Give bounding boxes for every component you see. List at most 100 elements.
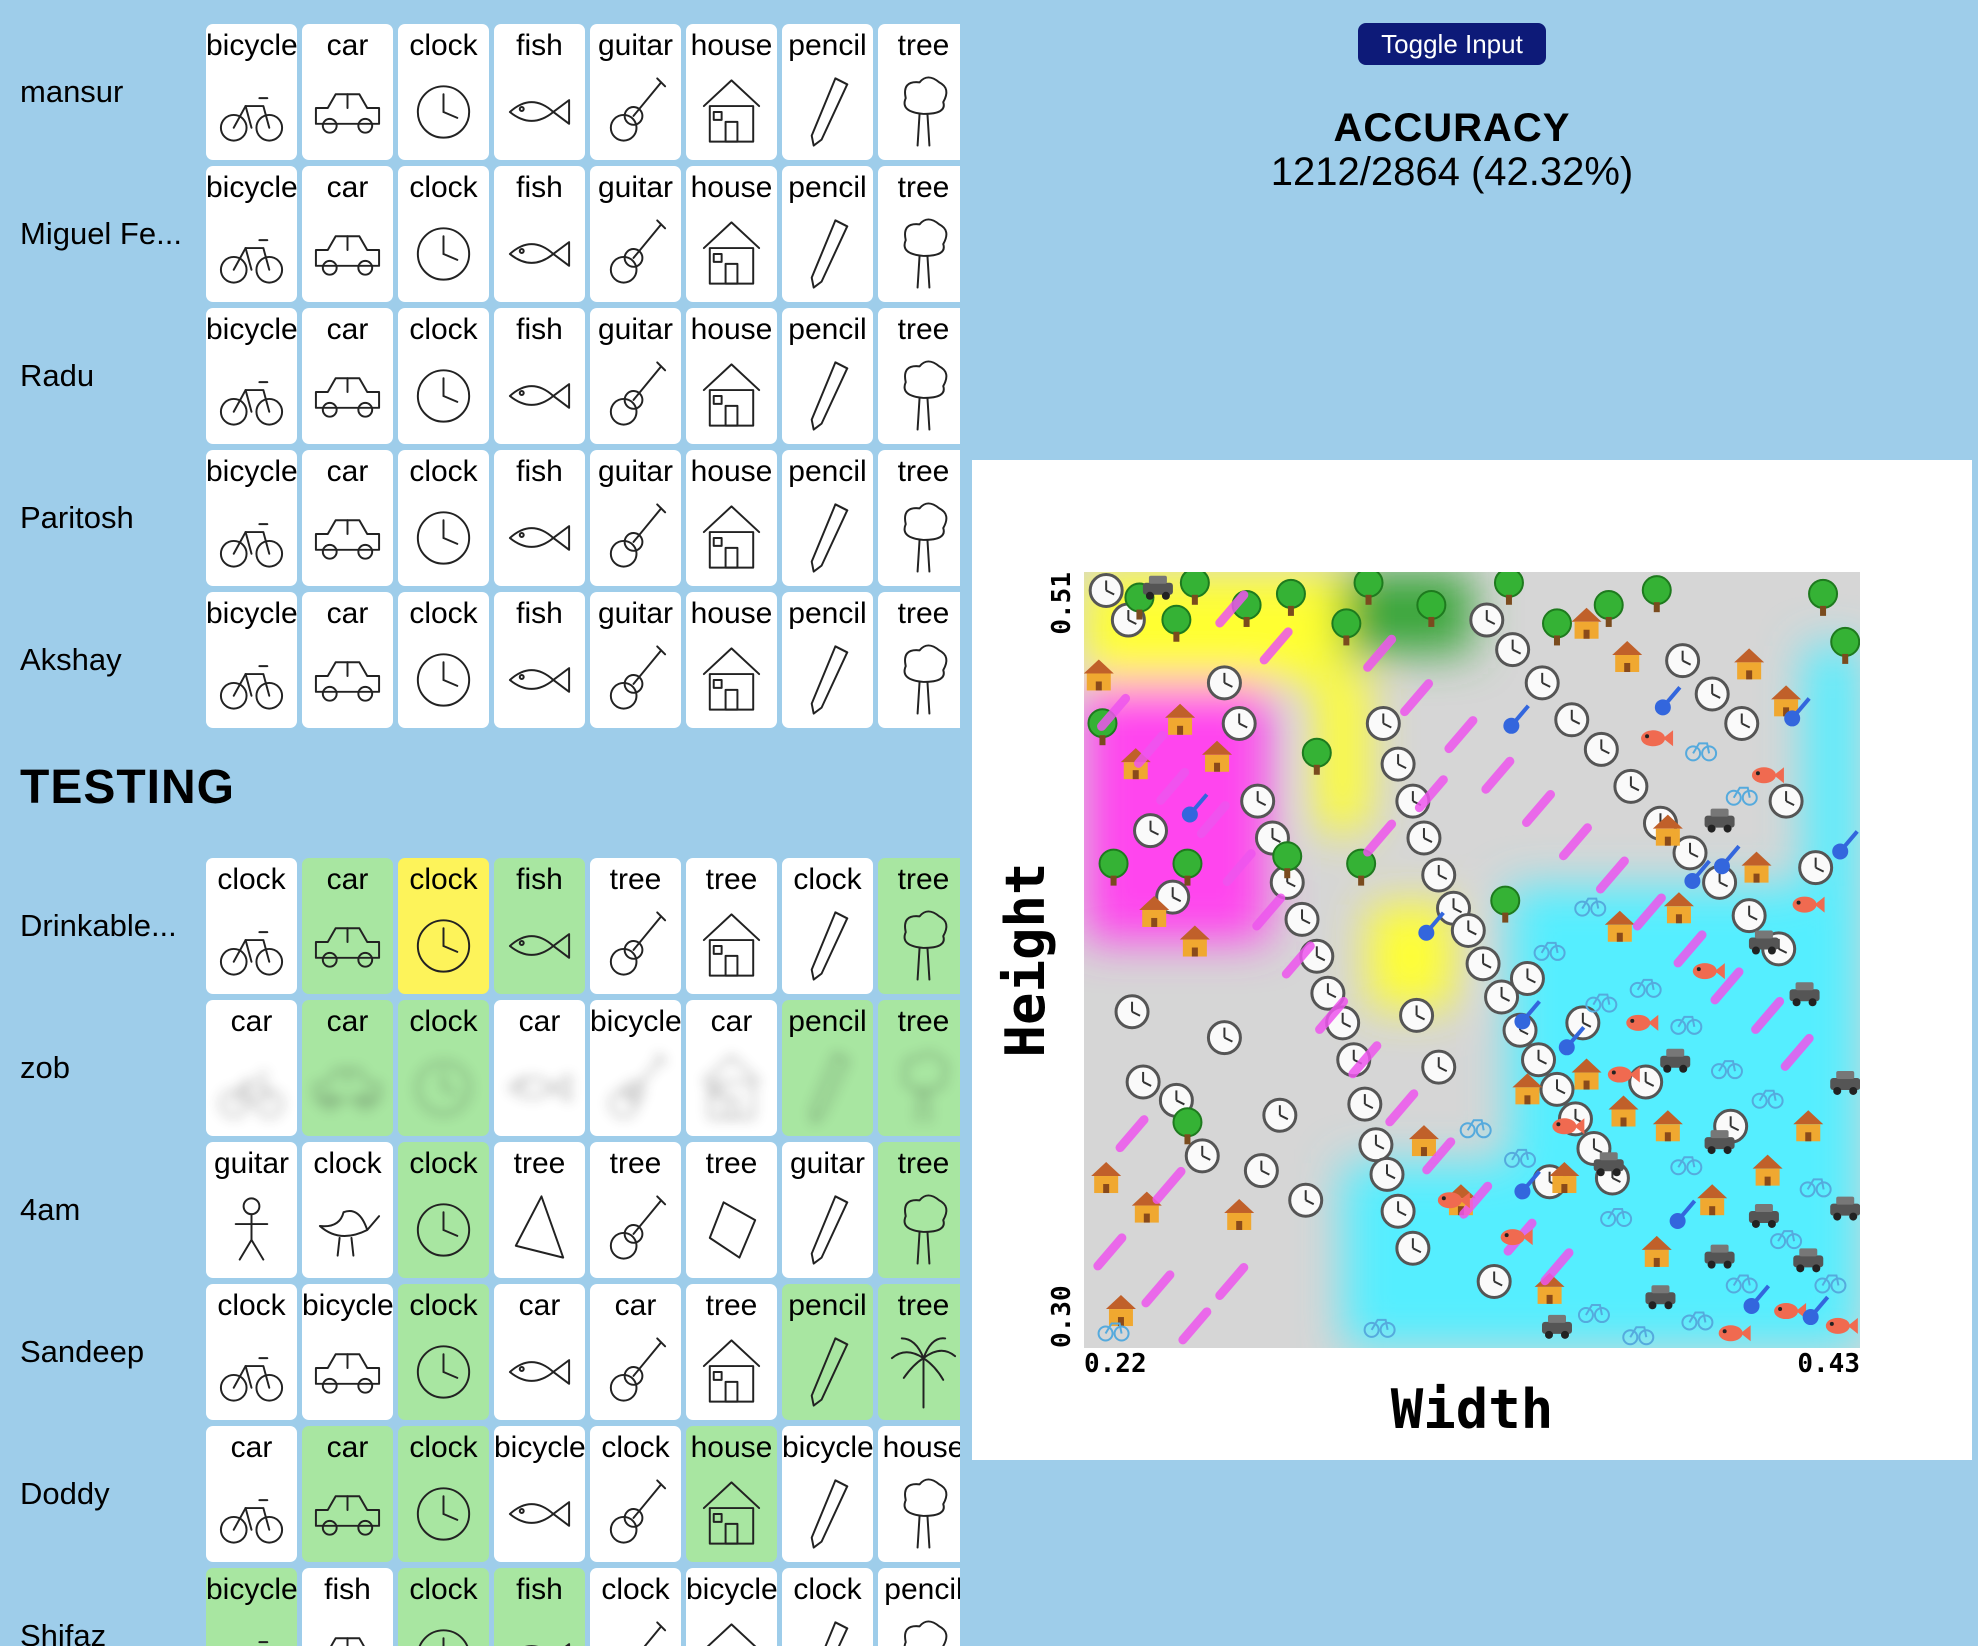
drawing-cell[interactable]: clock: [398, 166, 489, 302]
drawing-cell[interactable]: bicycle: [686, 1568, 777, 1646]
drawing-cell[interactable]: tree: [590, 1142, 681, 1278]
drawing-cell[interactable]: tree: [878, 1284, 960, 1420]
drawing-cell[interactable]: tree: [878, 858, 960, 994]
drawing-cell[interactable]: house: [686, 450, 777, 586]
drawing-cell[interactable]: clock: [398, 1142, 489, 1278]
drawing-cell[interactable]: clock: [782, 858, 873, 994]
drawing-label: tree: [897, 1147, 950, 1180]
drawing-cell[interactable]: clock: [398, 1426, 489, 1562]
point-clock-icon: [1521, 1042, 1557, 1078]
drawing-cell[interactable]: clock: [302, 1142, 393, 1278]
drawing-cell[interactable]: house: [686, 24, 777, 160]
drawing-cell[interactable]: car: [590, 1284, 681, 1420]
drawing-cell[interactable]: clock: [398, 1568, 489, 1646]
drawing-cell[interactable]: guitar: [590, 592, 681, 728]
drawing-cell[interactable]: bicycle: [590, 1000, 681, 1136]
drawing-cell[interactable]: fish: [494, 450, 585, 586]
drawing-cell[interactable]: pencil: [782, 308, 873, 444]
drawing-cell[interactable]: fish: [494, 166, 585, 302]
drawing-cell[interactable]: bicycle: [782, 1426, 873, 1562]
drawing-cell[interactable]: guitar: [590, 450, 681, 586]
drawing-cell[interactable]: tree: [878, 166, 960, 302]
drawing-cell[interactable]: bicycle: [206, 308, 297, 444]
drawing-cell[interactable]: car: [206, 1426, 297, 1562]
drawing-cell[interactable]: tree: [878, 1000, 960, 1136]
clock-icon: [416, 369, 471, 423]
drawing-cell[interactable]: bicycle: [206, 166, 297, 302]
drawing-cell[interactable]: tree: [878, 308, 960, 444]
drawing-cell[interactable]: clock: [782, 1568, 873, 1646]
drawing-cell[interactable]: clock: [206, 1284, 297, 1420]
drawing-cell[interactable]: guitar: [782, 1142, 873, 1278]
drawing-cell[interactable]: fish: [494, 24, 585, 160]
drawing-label: tree: [609, 1147, 662, 1180]
drawing-cell[interactable]: pencil: [782, 166, 873, 302]
drawing-cell[interactable]: tree: [494, 1142, 585, 1278]
drawing-cell[interactable]: guitar: [590, 166, 681, 302]
drawing-cell[interactable]: guitar: [590, 308, 681, 444]
drawing-cell[interactable]: car: [302, 24, 393, 160]
drawing-cell[interactable]: house: [686, 1426, 777, 1562]
drawing-cell[interactable]: clock: [398, 592, 489, 728]
drawing-cell[interactable]: bicycle: [206, 592, 297, 728]
drawing-cell[interactable]: house: [686, 166, 777, 302]
drawing-cell[interactable]: clock: [398, 1284, 489, 1420]
drawing-cell[interactable]: pencil: [782, 450, 873, 586]
drawing-cell[interactable]: tree: [590, 858, 681, 994]
drawing-cell[interactable]: car: [686, 1000, 777, 1136]
drawing-cell[interactable]: car: [302, 592, 393, 728]
drawing-cell[interactable]: car: [302, 1426, 393, 1562]
drawing-cell[interactable]: pencil: [782, 1284, 873, 1420]
drawing-cell[interactable]: car: [302, 308, 393, 444]
drawing-cell[interactable]: bicycle: [206, 450, 297, 586]
drawing-cell[interactable]: fish: [494, 1568, 585, 1646]
drawing-cell[interactable]: fish: [302, 1568, 393, 1646]
drawing-cell[interactable]: house: [686, 592, 777, 728]
drawing-cell[interactable]: clock: [206, 858, 297, 994]
drawing-cell[interactable]: guitar: [206, 1142, 297, 1278]
drawing-cell[interactable]: car: [494, 1284, 585, 1420]
drawing-cell[interactable]: car: [302, 1000, 393, 1136]
drawing-cell[interactable]: fish: [494, 592, 585, 728]
drawing-cell[interactable]: tree: [878, 1142, 960, 1278]
drawing-cell[interactable]: pencil: [782, 1000, 873, 1136]
drawing-cell[interactable]: car: [302, 450, 393, 586]
drawing-label: pencil: [788, 1005, 867, 1038]
drawing-cell[interactable]: clock: [398, 1000, 489, 1136]
drawing-cell[interactable]: tree: [686, 1284, 777, 1420]
point-clock-icon: [1365, 706, 1401, 742]
drawing-cell[interactable]: tree: [878, 24, 960, 160]
drawing-cell[interactable]: tree: [686, 1142, 777, 1278]
drawing-cell[interactable]: bicycle: [206, 24, 297, 160]
clock-icon: [416, 1345, 471, 1399]
drawing-cell[interactable]: tree: [686, 858, 777, 994]
drawing-cell[interactable]: car: [302, 858, 393, 994]
toggle-input-button[interactable]: Toggle Input: [1358, 23, 1546, 65]
drawing-cell[interactable]: pencil: [782, 592, 873, 728]
drawing-label: house: [690, 1431, 773, 1464]
drawing-cell[interactable]: bicycle: [302, 1284, 393, 1420]
drawing-cell[interactable]: car: [206, 1000, 297, 1136]
drawing-cell[interactable]: house: [878, 1426, 960, 1562]
drawing-cell[interactable]: tree: [878, 450, 960, 586]
drawing-cell[interactable]: bicycle: [494, 1426, 585, 1562]
drawing-cell[interactable]: tree: [878, 592, 960, 728]
drawing-cell[interactable]: clock: [398, 858, 489, 994]
drawing-cell[interactable]: car: [302, 166, 393, 302]
drawing-cell[interactable]: pencil: [878, 1568, 960, 1646]
x-tick-label: 0.22: [1084, 1349, 1147, 1379]
drawing-cell[interactable]: bicycle: [206, 1568, 297, 1646]
drawing-cell[interactable]: pencil: [782, 24, 873, 160]
drawing-cell[interactable]: clock: [398, 24, 489, 160]
drawing-cell[interactable]: car: [494, 1000, 585, 1136]
bicycle-icon: [219, 239, 284, 284]
drawing-cell[interactable]: fish: [494, 308, 585, 444]
drawing-cell[interactable]: guitar: [590, 24, 681, 160]
drawing-cell[interactable]: fish: [494, 858, 585, 994]
drawing-cell[interactable]: clock: [398, 450, 489, 586]
drawing-cell[interactable]: clock: [398, 308, 489, 444]
drawing-cell[interactable]: house: [686, 308, 777, 444]
user-name: Akshay: [20, 642, 122, 677]
drawing-cell[interactable]: clock: [590, 1426, 681, 1562]
drawing-cell[interactable]: clock: [590, 1568, 681, 1646]
